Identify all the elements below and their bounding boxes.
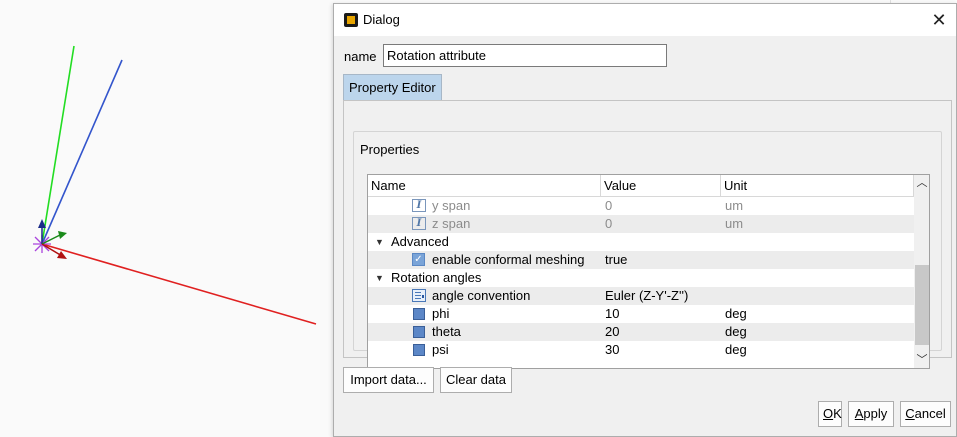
close-icon: ✕ [931, 9, 947, 30]
row-name: enable conformal meshing [432, 252, 585, 267]
tree-group-row[interactable]: ▼ Rotation angles [368, 269, 914, 287]
ok-button[interactable]: OK [818, 401, 842, 427]
tree-row[interactable]: I y span 0 um [368, 197, 914, 215]
tree-header: Name Value Unit [368, 175, 914, 197]
cancel-button[interactable]: Cancel [900, 401, 951, 427]
row-value[interactable]: 10 [605, 305, 619, 323]
cancel-mnemonic: C [905, 406, 915, 421]
tree-row[interactable]: theta 20 deg [368, 323, 914, 341]
app-icon [344, 13, 358, 27]
group-name: Advanced [391, 234, 449, 249]
row-value[interactable]: 0 [605, 197, 612, 215]
x-axis-line [41, 243, 317, 325]
name-input[interactable] [383, 44, 667, 67]
tree-row[interactable]: angle convention Euler (Z-Y'-Z'') [368, 287, 914, 305]
variable-icon: I [412, 199, 426, 212]
row-value[interactable]: 0 [605, 215, 612, 233]
vertical-scrollbar[interactable]: ︿ ﹀ [914, 175, 929, 368]
row-unit: deg [725, 324, 747, 339]
row-unit: deg [725, 306, 747, 321]
variable-icon: I [412, 217, 426, 230]
row-name: theta [432, 324, 461, 339]
title-bar[interactable]: Dialog ✕ [334, 4, 956, 36]
expand-arrow-icon[interactable]: ▼ [375, 233, 384, 251]
apply-button[interactable]: Apply [848, 401, 894, 427]
apply-label-rest: pply [863, 406, 888, 421]
dialog-window: Dialog ✕ name Property Editor Properties… [333, 3, 957, 437]
number-icon [413, 308, 425, 320]
tree-row[interactable]: phi 10 deg [368, 305, 914, 323]
tree-row[interactable]: I z span 0 um [368, 215, 914, 233]
number-icon [413, 344, 425, 356]
row-name: psi [432, 342, 449, 357]
expand-arrow-icon[interactable]: ▼ [375, 269, 384, 287]
number-icon [413, 326, 425, 338]
cancel-label-rest: ancel [914, 406, 946, 421]
row-value[interactable]: 20 [605, 323, 619, 341]
tab-panel: Properties Name Value Unit I y span 0 um [343, 100, 952, 369]
row-value[interactable]: Euler (Z-Y'-Z'') [605, 287, 688, 305]
row-name: phi [432, 306, 450, 321]
dialog-title: Dialog [363, 12, 400, 27]
chevron-up-icon[interactable]: ︿ [914, 175, 929, 191]
list-icon [412, 289, 426, 302]
properties-group: Properties Name Value Unit I y span 0 um [353, 131, 942, 369]
close-button[interactable]: ✕ [922, 4, 956, 36]
tree-row[interactable]: ✓ enable conformal meshing true [368, 251, 914, 269]
import-data-button[interactable]: Import data... [343, 367, 434, 393]
row-name: z span [432, 216, 471, 231]
tree-group-row[interactable]: ▼ Advanced [368, 233, 914, 251]
z-axis-line [41, 59, 123, 245]
row-unit: um [725, 198, 744, 213]
ok-label-rest: K [833, 406, 842, 421]
clear-data-button[interactable]: Clear data [440, 367, 512, 393]
row-value[interactable]: 30 [605, 341, 619, 359]
column-header-name[interactable]: Name [368, 175, 601, 196]
checkbox-icon[interactable]: ✓ [412, 253, 425, 266]
tab-property-editor[interactable]: Property Editor [343, 74, 442, 100]
row-unit: um [725, 216, 744, 231]
chevron-down-icon[interactable]: ﹀ [914, 352, 929, 368]
column-header-value[interactable]: Value [601, 175, 721, 196]
property-tree[interactable]: Name Value Unit I y span 0 um I z span 0 [367, 174, 930, 369]
row-name: y span [432, 198, 471, 213]
ok-mnemonic: O [823, 406, 834, 421]
group-name: Rotation angles [391, 270, 482, 285]
row-name: angle convention [432, 288, 531, 303]
column-header-unit[interactable]: Unit [721, 175, 914, 196]
y-axis-line [41, 45, 75, 245]
row-value[interactable]: true [605, 251, 627, 269]
name-label: name [344, 49, 377, 64]
properties-group-title: Properties [360, 142, 420, 157]
scrollbar-thumb[interactable] [915, 265, 929, 345]
row-unit: deg [725, 342, 747, 357]
tree-row[interactable]: psi 30 deg [368, 341, 914, 359]
